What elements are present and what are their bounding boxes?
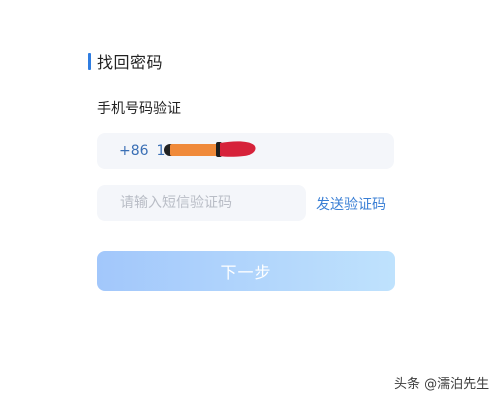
redaction-mark-red — [220, 141, 256, 157]
phone-redaction-scribble — [164, 141, 256, 157]
redaction-mark-orange — [170, 144, 220, 156]
next-step-button[interactable]: 下一步 — [97, 251, 395, 291]
phone-verification-label: 手机号码验证 — [97, 101, 181, 117]
send-code-link[interactable]: 发送验证码 — [316, 194, 386, 214]
sms-code-input[interactable] — [118, 194, 302, 212]
title-accent-bar — [88, 52, 91, 70]
country-code: +86 — [119, 143, 149, 159]
sms-code-field[interactable] — [97, 185, 306, 221]
find-password-page: 找回密码 手机号码验证 +86 1 发送验证码 下一步 头条 @濡泊先生 — [0, 0, 496, 400]
page-title: 找回密码 — [88, 51, 164, 72]
page-title-text: 找回密码 — [97, 53, 164, 72]
watermark-text: 头条 @濡泊先生 — [394, 377, 490, 392]
